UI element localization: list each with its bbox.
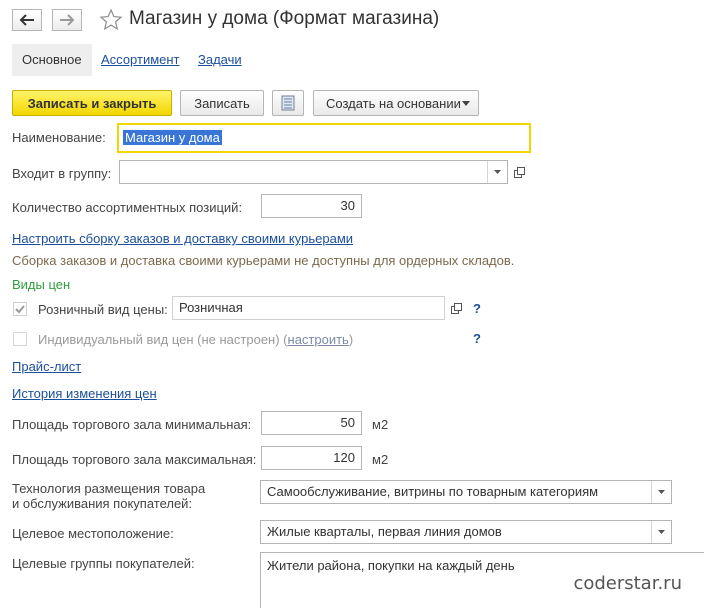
location-field[interactable]: Жилые кварталы, первая линия домов [260, 520, 672, 544]
area-max-label: Площадь торгового зала максимальная: [12, 452, 257, 467]
retail-price-open-button[interactable] [446, 297, 466, 319]
document-list-icon [281, 95, 295, 111]
report-button[interactable] [272, 90, 304, 116]
technology-dropdown-button[interactable] [651, 481, 671, 503]
chevron-down-icon [658, 490, 665, 494]
checkmark-icon [13, 302, 27, 316]
open-window-icon [450, 302, 462, 314]
chevron-down-icon [494, 170, 501, 174]
tab-assortment[interactable]: Ассортимент [101, 44, 180, 76]
save-button[interactable]: Записать [180, 90, 264, 116]
technology-label-line1: Технология размещения товара [12, 481, 206, 496]
technology-value: Самообслуживание, витрины по товарным ка… [267, 484, 599, 499]
forward-button[interactable] [52, 9, 82, 31]
help-retail-price-icon[interactable]: ? [473, 301, 481, 316]
group-label: Входит в группу: [12, 166, 112, 181]
help-individual-price-icon[interactable]: ? [473, 331, 481, 346]
name-label: Наименование: [12, 130, 106, 145]
arrow-right-icon [60, 14, 75, 26]
tab-tasks[interactable]: Задачи [198, 44, 242, 76]
retail-price-field[interactable]: Розничная [172, 296, 445, 320]
location-dropdown-button[interactable] [651, 521, 671, 543]
delivery-info-text: Сборка заказов и доставка своими курьера… [12, 253, 515, 268]
area-max-unit: м2 [372, 452, 389, 467]
technology-label-line2: и обслуживания покупателей: [12, 496, 193, 511]
favorite-star-icon[interactable] [99, 8, 123, 35]
retail-price-label: Розничный вид цены: [38, 302, 168, 317]
individual-price-label: Индивидуальный вид цен (не настроен) (на… [38, 332, 353, 347]
individual-price-checkbox[interactable] [13, 332, 27, 349]
customer-groups-value: Жители района, покупки на каждый день [267, 558, 515, 573]
page-title: Магазин у дома (Формат магазина) [129, 8, 440, 29]
individual-price-text: Индивидуальный вид цен (не настроен) ( [38, 332, 288, 347]
checkbox-icon [13, 332, 27, 346]
arrow-left-icon [19, 14, 34, 26]
watermark-text: coderstar.ru [573, 573, 682, 594]
tab-main[interactable]: Основное [12, 44, 92, 76]
price-list-link[interactable]: Прайс-лист [12, 359, 81, 374]
group-dropdown-button[interactable] [487, 161, 507, 183]
chevron-down-icon [658, 530, 665, 534]
price-history-link[interactable]: История изменения цен [12, 386, 157, 401]
location-label: Целевое местоположение: [12, 526, 174, 541]
create-based-on-label: Создать на основании [326, 95, 461, 111]
price-types-header: Виды цен [12, 277, 71, 292]
group-field[interactable] [119, 160, 508, 184]
save-and-close-button[interactable]: Записать и закрыть [12, 90, 172, 116]
technology-field[interactable]: Самообслуживание, витрины по товарным ка… [260, 480, 672, 504]
location-value: Жилые кварталы, первая линия домов [267, 524, 502, 539]
name-field[interactable]: Магазин у дома [117, 123, 531, 153]
back-button[interactable] [12, 9, 42, 31]
assortment-count-label: Количество ассортиментных позиций: [12, 200, 243, 215]
individual-price-close: ) [348, 332, 354, 347]
create-based-on-button[interactable]: Создать на основании [313, 90, 479, 116]
configure-delivery-link[interactable]: Настроить сборку заказов и доставку свои… [12, 231, 353, 246]
group-open-button[interactable] [509, 161, 529, 183]
open-window-icon [513, 166, 525, 178]
customer-groups-label: Целевые группы покупателей: [12, 556, 195, 571]
area-max-field[interactable]: 120 [261, 446, 362, 470]
area-min-unit: м2 [372, 417, 389, 432]
chevron-down-icon [462, 101, 470, 106]
area-min-field[interactable]: 50 [261, 411, 362, 435]
name-value: Магазин у дома [123, 130, 222, 145]
retail-price-checkbox[interactable] [13, 302, 27, 319]
area-min-label: Площадь торгового зала минимальная: [12, 417, 252, 432]
individual-price-configure-link[interactable]: настроить [288, 332, 349, 347]
assortment-count-field[interactable]: 30 [261, 194, 362, 218]
